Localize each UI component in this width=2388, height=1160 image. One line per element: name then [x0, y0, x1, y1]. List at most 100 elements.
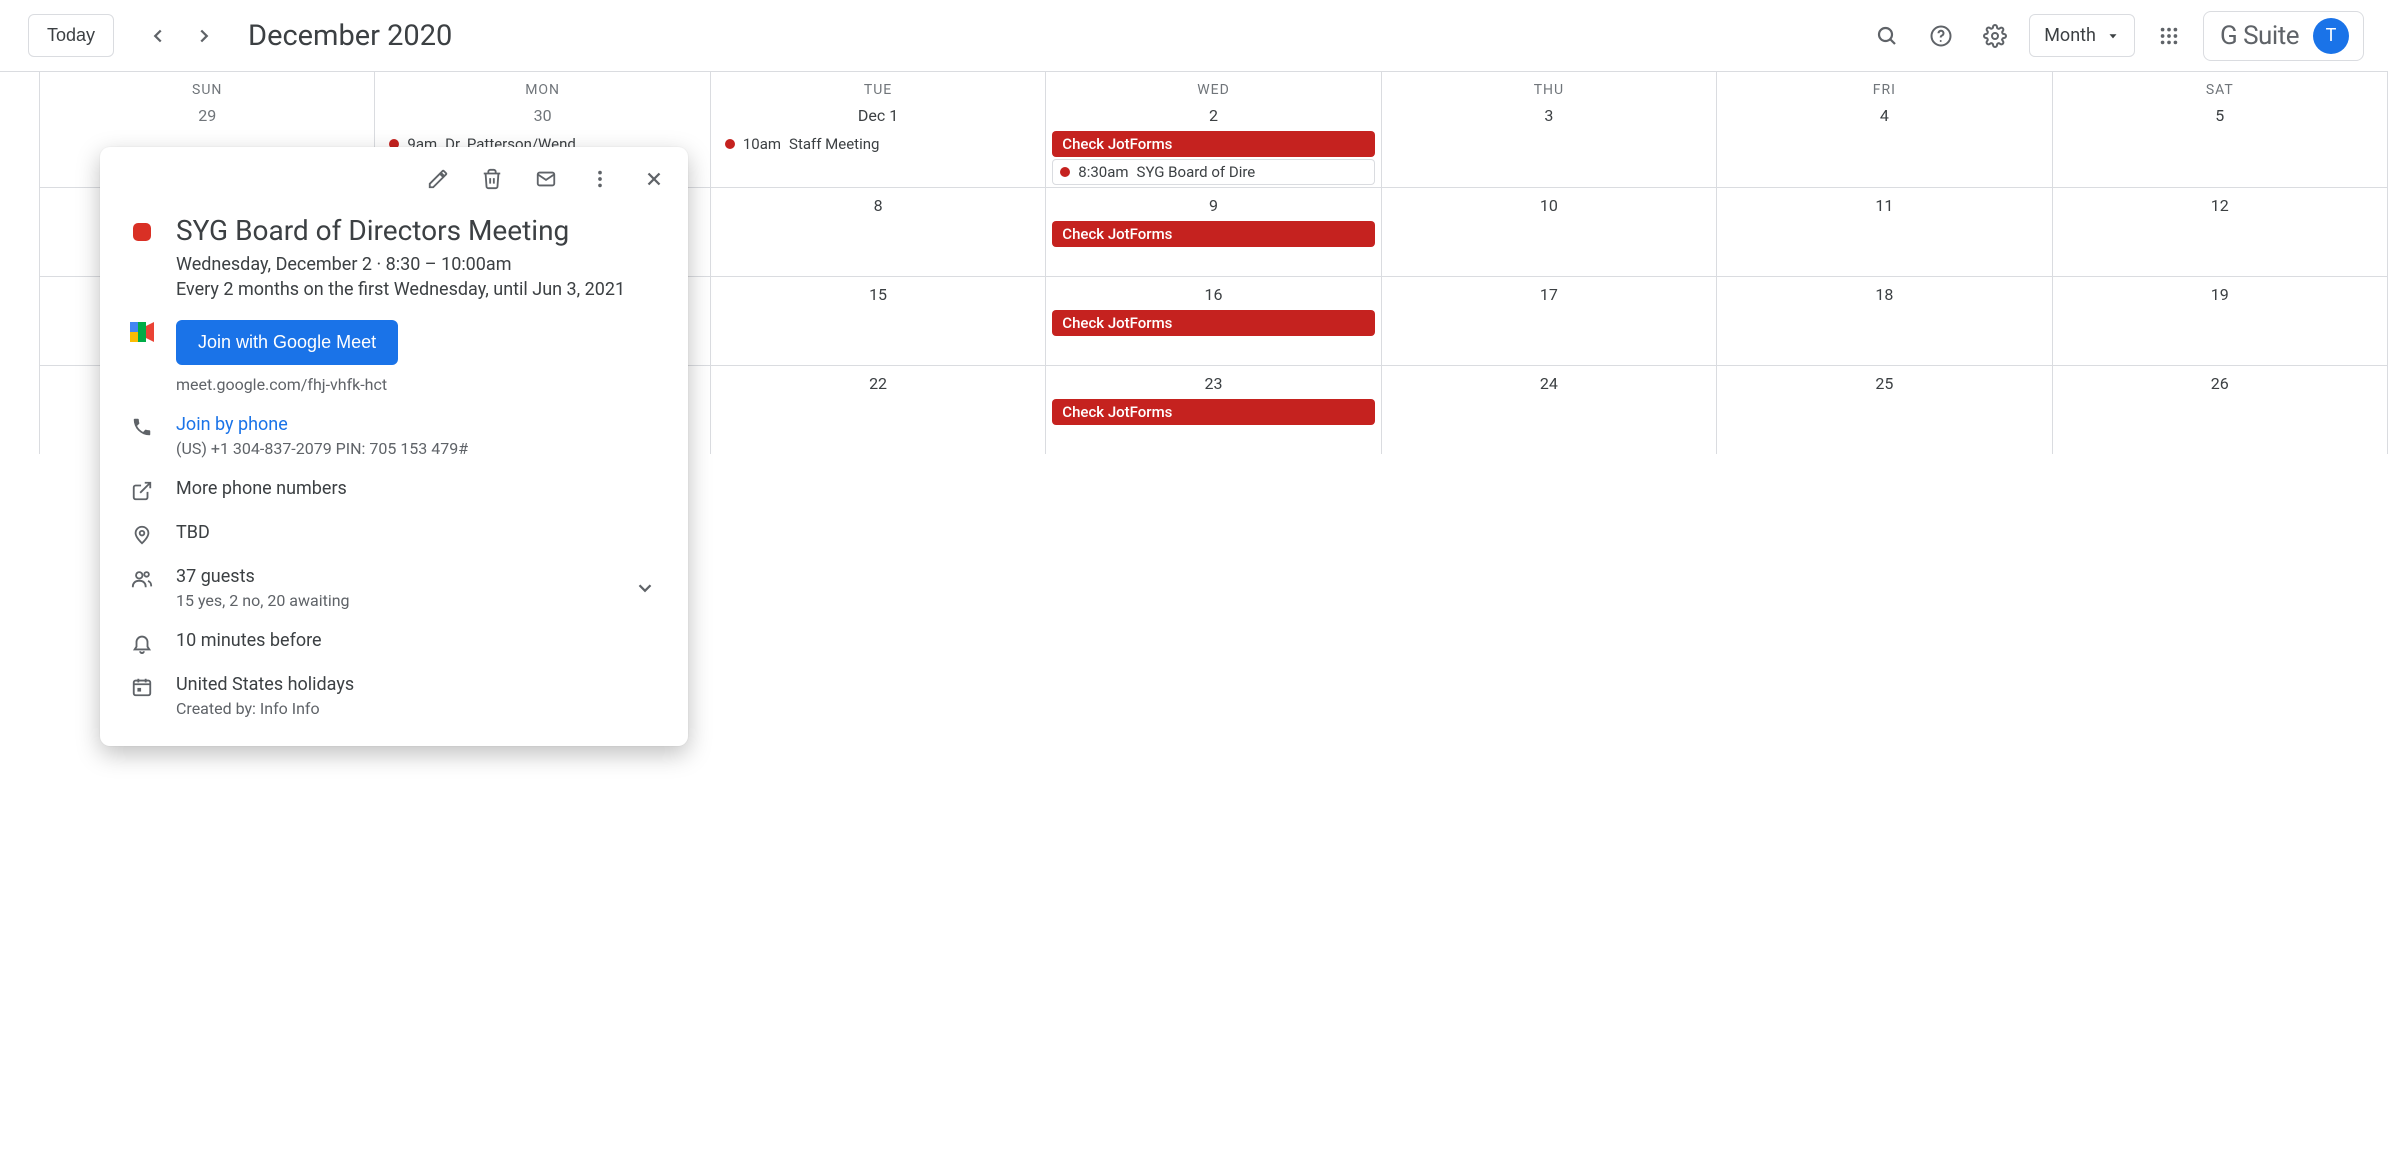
next-month-button[interactable] — [184, 16, 224, 56]
avatar[interactable]: T — [2313, 18, 2349, 54]
day-cell[interactable]: 3 — [1382, 98, 1717, 187]
event-color-swatch — [128, 213, 156, 300]
day-number: 5 — [2053, 100, 2387, 129]
gear-icon — [1983, 24, 2007, 48]
bell-icon-slot — [128, 630, 156, 654]
day-number: 10 — [1382, 190, 1716, 219]
prev-month-button[interactable] — [138, 16, 178, 56]
chevron-right-icon — [193, 25, 215, 47]
guests-breakdown: 15 yes, 2 no, 20 awaiting — [176, 591, 610, 610]
day-number: 16 — [1046, 279, 1380, 308]
phone-icon-slot — [128, 414, 156, 458]
phone-detail: (US) +1 304-837-2079 PIN: 705 153 479# — [176, 439, 660, 458]
day-number: 2 — [1046, 100, 1380, 129]
reminder-label: 10 minutes before — [176, 630, 322, 654]
google-apps-button[interactable] — [2149, 16, 2189, 56]
day-cell[interactable]: 5 — [2053, 98, 2388, 187]
expand-guests-button[interactable] — [630, 573, 660, 603]
apps-grid-icon — [2158, 25, 2180, 47]
day-number: 11 — [1717, 190, 2051, 219]
day-cell[interactable]: 8 — [711, 188, 1046, 276]
day-cell[interactable]: 19 — [2053, 277, 2388, 365]
created-by: Created by: Info Info — [176, 699, 660, 718]
help-button[interactable] — [1921, 16, 1961, 56]
day-cell[interactable]: 9 Check JotForms — [1046, 188, 1381, 276]
day-number: 25 — [1717, 368, 2051, 397]
bell-icon — [131, 632, 153, 654]
day-number: 19 — [2053, 279, 2387, 308]
day-number: 22 — [711, 368, 1045, 397]
event-header-row: SYG Board of Directors Meeting Wednesday… — [128, 203, 660, 310]
current-month-label: December 2020 — [248, 19, 452, 53]
more-phone-label: More phone numbers — [176, 478, 347, 502]
delete-button[interactable] — [472, 159, 512, 199]
header-right: Month G Suite T — [1867, 11, 2364, 61]
location-row: TBD — [128, 512, 660, 556]
event-recurrence: Every 2 months on the first Wednesday, u… — [176, 279, 660, 300]
meet-icon-slot — [128, 320, 156, 394]
dow-thu: THU — [1382, 72, 1717, 98]
day-cell[interactable]: 23 Check JotForms — [1046, 366, 1381, 454]
reminder-row: 10 minutes before — [128, 620, 660, 664]
event-popover: SYG Board of Directors Meeting Wednesday… — [100, 147, 688, 746]
day-cell[interactable]: 12 — [2053, 188, 2388, 276]
settings-button[interactable] — [1975, 16, 2015, 56]
day-cell[interactable]: 4 — [1717, 98, 2052, 187]
event-title: SYG Board of Dire — [1137, 163, 1256, 181]
event-dot-icon — [1060, 167, 1070, 177]
search-icon — [1875, 24, 1899, 48]
guests-icon-slot — [128, 566, 156, 610]
event-title: SYG Board of Directors Meeting — [176, 213, 660, 248]
popover-body: SYG Board of Directors Meeting Wednesday… — [112, 199, 676, 728]
day-cell[interactable]: 16 Check JotForms — [1046, 277, 1381, 365]
day-cell[interactable]: 26 — [2053, 366, 2388, 454]
day-cell[interactable]: 22 — [711, 366, 1046, 454]
day-number: Dec 1 — [711, 100, 1045, 129]
more-phone-row[interactable]: More phone numbers — [128, 468, 660, 512]
location-icon-slot — [128, 522, 156, 546]
chevron-left-icon — [147, 25, 169, 47]
calendar-row: United States holidays Created by: Info … — [128, 664, 660, 728]
day-cell[interactable]: Dec 1 10am Staff Meeting — [711, 98, 1046, 187]
weekday-row: SUN MON TUE WED THU FRI SAT — [40, 72, 2388, 98]
edit-button[interactable] — [418, 159, 458, 199]
day-cell[interactable]: 25 — [1717, 366, 2052, 454]
close-button[interactable] — [634, 159, 674, 199]
event-chip-selected[interactable]: 8:30am SYG Board of Dire — [1052, 159, 1374, 185]
day-cell[interactable]: 10 — [1382, 188, 1717, 276]
day-number: 18 — [1717, 279, 2051, 308]
dow-mon: MON — [375, 72, 710, 98]
options-button[interactable] — [580, 159, 620, 199]
day-number: 9 — [1046, 190, 1380, 219]
event-chip[interactable]: 10am Staff Meeting — [717, 131, 1039, 157]
today-button[interactable]: Today — [28, 14, 114, 57]
day-cell[interactable]: 24 — [1382, 366, 1717, 454]
join-phone-link[interactable]: Join by phone — [176, 414, 660, 435]
event-datetime: Wednesday, December 2 · 8:30 – 10:00am — [176, 254, 660, 275]
event-block[interactable]: Check JotForms — [1052, 221, 1374, 247]
join-meet-button[interactable]: Join with Google Meet — [176, 320, 398, 365]
day-number: 23 — [1046, 368, 1380, 397]
day-cell[interactable]: 17 — [1382, 277, 1717, 365]
event-block[interactable]: Check JotForms — [1052, 310, 1374, 336]
day-cell[interactable]: 2 Check JotForms 8:30am SYG Board of Dir… — [1046, 98, 1381, 187]
gsuite-account[interactable]: G Suite T — [2203, 11, 2364, 61]
day-cell[interactable]: 18 — [1717, 277, 2052, 365]
view-selector[interactable]: Month — [2029, 14, 2135, 57]
search-button[interactable] — [1867, 16, 1907, 56]
event-block[interactable]: Check JotForms — [1052, 399, 1374, 425]
mail-icon — [535, 168, 557, 190]
day-number: 17 — [1382, 279, 1716, 308]
chevron-down-icon — [634, 577, 656, 599]
day-cell[interactable]: 15 — [711, 277, 1046, 365]
color-swatch-icon — [133, 223, 151, 241]
event-block[interactable]: Check JotForms — [1052, 131, 1374, 157]
day-number: 12 — [2053, 190, 2387, 219]
guests-row[interactable]: 37 guests 15 yes, 2 no, 20 awaiting — [128, 556, 660, 620]
day-cell[interactable]: 11 — [1717, 188, 2052, 276]
people-icon — [131, 568, 153, 590]
email-button[interactable] — [526, 159, 566, 199]
external-icon-slot — [128, 478, 156, 502]
event-dot-icon — [725, 139, 735, 149]
app-header: Today December 2020 Month — [0, 0, 2388, 72]
